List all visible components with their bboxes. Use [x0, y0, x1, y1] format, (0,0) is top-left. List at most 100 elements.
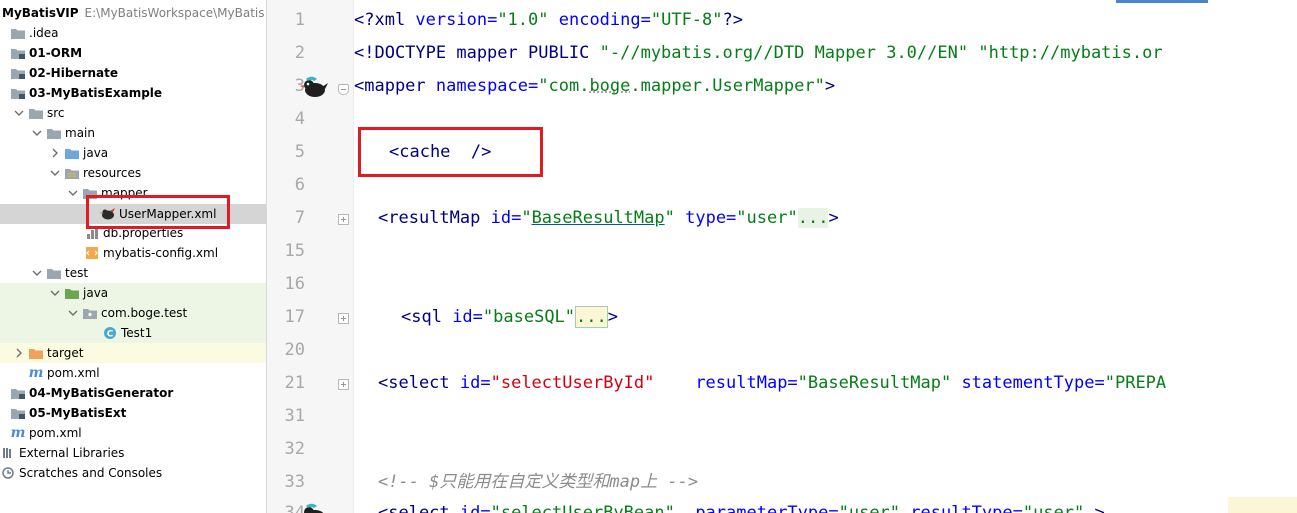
tree-item-test[interactable]: test	[0, 263, 266, 283]
tree-root-path: E:\MyBatisWorkspace\MyBatis	[84, 6, 265, 20]
chevron-down-icon[interactable]	[66, 306, 80, 320]
line-number: 33	[284, 472, 305, 492]
expand-fold-icon[interactable]	[338, 379, 349, 390]
scratches-icon	[0, 466, 16, 480]
chevron-down-icon[interactable]	[30, 126, 44, 140]
line-number: 6	[294, 175, 305, 195]
tree-item-mybatis-example[interactable]: 03-MyBatisExample	[0, 83, 266, 103]
maven-m-icon: m	[10, 425, 26, 441]
folder-icon	[46, 126, 62, 140]
tree-item-orm[interactable]: 01-ORM	[0, 43, 266, 63]
code-line-33: <!-- $只能用在自定义类型和map上 -->	[378, 472, 699, 492]
tree-item-label: 04-MyBatisGenerator	[29, 386, 174, 400]
library-icon	[0, 446, 16, 460]
tree-item-module-pom[interactable]: m pom.xml	[0, 363, 266, 383]
line-number: 31	[284, 406, 305, 426]
package-icon	[82, 306, 98, 320]
annotation-box-usermapper	[86, 195, 230, 229]
tree-item-src[interactable]: src	[0, 103, 266, 123]
tree-item-resources[interactable]: resources	[0, 163, 266, 183]
active-tab-indicator	[1116, 0, 1208, 3]
chevron-down-icon[interactable]	[12, 106, 26, 120]
mybatis-bird-icon[interactable]	[300, 503, 328, 513]
module-folder-icon	[10, 46, 26, 60]
code-line-7: <resultMap id="BaseResultMap" type="user…	[378, 208, 839, 228]
tree-item-label: resources	[83, 166, 142, 180]
code-line-17: <sql id="baseSQL"...>	[401, 306, 618, 328]
fold-marker[interactable]	[338, 84, 349, 95]
tree-item-java[interactable]: java	[0, 143, 266, 163]
line-number: 17	[284, 307, 305, 327]
tree-item-package[interactable]: com.boge.test	[0, 303, 266, 323]
chevron-down-icon[interactable]	[48, 166, 62, 180]
chevron-down-icon[interactable]	[66, 186, 80, 200]
tree-root-label: MyBatisVIP	[2, 6, 79, 20]
tree-item-generator[interactable]: 04-MyBatisGenerator	[0, 383, 266, 403]
line-number: 2	[294, 43, 305, 63]
test-folder-icon	[64, 286, 80, 300]
expand-fold-icon[interactable]	[338, 313, 349, 324]
tree-item-label: com.boge.test	[101, 306, 188, 320]
maven-m-icon: m	[28, 365, 44, 381]
line-number: 4	[294, 109, 305, 129]
code-line-1: <?xml version="1.0" encoding="UTF-8"?>	[354, 10, 743, 30]
tree-item-label: 05-MyBatisExt	[29, 406, 127, 420]
folder-icon	[10, 26, 26, 40]
resources-folder-icon	[64, 166, 80, 180]
folder-icon	[46, 266, 62, 280]
code-line-34: <select id="selectUserByBean" parameterT…	[378, 503, 1105, 513]
tree-item-label: java	[83, 146, 109, 160]
tree-item-test-java[interactable]: java	[0, 283, 266, 303]
folded-region[interactable]: ...	[575, 306, 608, 328]
source-folder-icon	[64, 146, 80, 160]
chevron-down-icon[interactable]	[48, 286, 62, 300]
tree-item-main[interactable]: main	[0, 123, 266, 143]
line-number: 5	[294, 142, 305, 162]
project-tree: MyBatisVIP E:\MyBatisWorkspace\MyBatis .…	[0, 0, 267, 513]
tree-item-label: java	[83, 286, 109, 300]
module-folder-icon	[10, 406, 26, 420]
tree-item-mybatis-config[interactable]: mybatis-config.xml	[0, 243, 266, 263]
module-folder-icon	[10, 386, 26, 400]
tree-item-root[interactable]: MyBatisVIP E:\MyBatisWorkspace\MyBatis	[0, 3, 266, 23]
java-class-icon: C	[102, 326, 118, 340]
tree-item-label: pom.xml	[29, 426, 82, 440]
tree-item-label: test	[65, 266, 89, 280]
tree-item-scratches[interactable]: Scratches and Consoles	[0, 463, 266, 483]
xml-file-icon	[84, 246, 100, 260]
line-number: 32	[284, 439, 305, 459]
tree-item-hibernate[interactable]: 02-Hibernate	[0, 63, 266, 83]
tree-item-external-libraries[interactable]: External Libraries	[0, 443, 266, 463]
folder-icon	[28, 106, 44, 120]
code-line-21: <select id="selectUserById" resultMap="B…	[378, 373, 1167, 393]
chevron-right-icon[interactable]	[12, 346, 26, 360]
tree-item-label: mybatis-config.xml	[103, 246, 219, 260]
tree-item-root-pom[interactable]: m pom.xml	[0, 423, 266, 443]
tree-item-label: 02-Hibernate	[29, 66, 118, 80]
tree-item-label: 01-ORM	[29, 46, 83, 60]
line-number: 20	[284, 340, 305, 360]
tree-item-target[interactable]: target	[0, 343, 266, 363]
code-line-3: <mapper namespace="com.boge.mapper.UserM…	[354, 76, 836, 96]
line-number: 7	[294, 208, 305, 228]
mybatis-bird-icon[interactable]	[300, 76, 328, 104]
tree-item-label: target	[47, 346, 84, 360]
tree-item-label: .idea	[29, 26, 59, 40]
folded-region[interactable]: ...	[797, 208, 829, 228]
tree-item-ext[interactable]: 05-MyBatisExt	[0, 403, 266, 423]
tree-item-label: pom.xml	[47, 366, 100, 380]
code-editor[interactable]: 1 2 3 4 5 6 7 15 16 17 20 21 31 32 33 34…	[267, 0, 1297, 513]
tree-item-label: Scratches and Consoles	[19, 466, 163, 480]
tree-item-test1[interactable]: C Test1	[0, 323, 266, 343]
tree-item-label: External Libraries	[19, 446, 125, 460]
annotation-box-cache	[358, 127, 543, 177]
chevron-down-icon[interactable]	[30, 266, 44, 280]
expand-fold-icon[interactable]	[338, 214, 349, 225]
tree-item-idea[interactable]: .idea	[0, 23, 266, 43]
highlight-region	[1228, 497, 1297, 513]
line-number: 1	[294, 10, 305, 30]
tree-item-label: src	[47, 106, 65, 120]
chevron-right-icon[interactable]	[48, 146, 62, 160]
line-number: 15	[284, 241, 305, 261]
code-line-2: <!DOCTYPE mapper PUBLIC "-//mybatis.org/…	[354, 43, 1163, 63]
